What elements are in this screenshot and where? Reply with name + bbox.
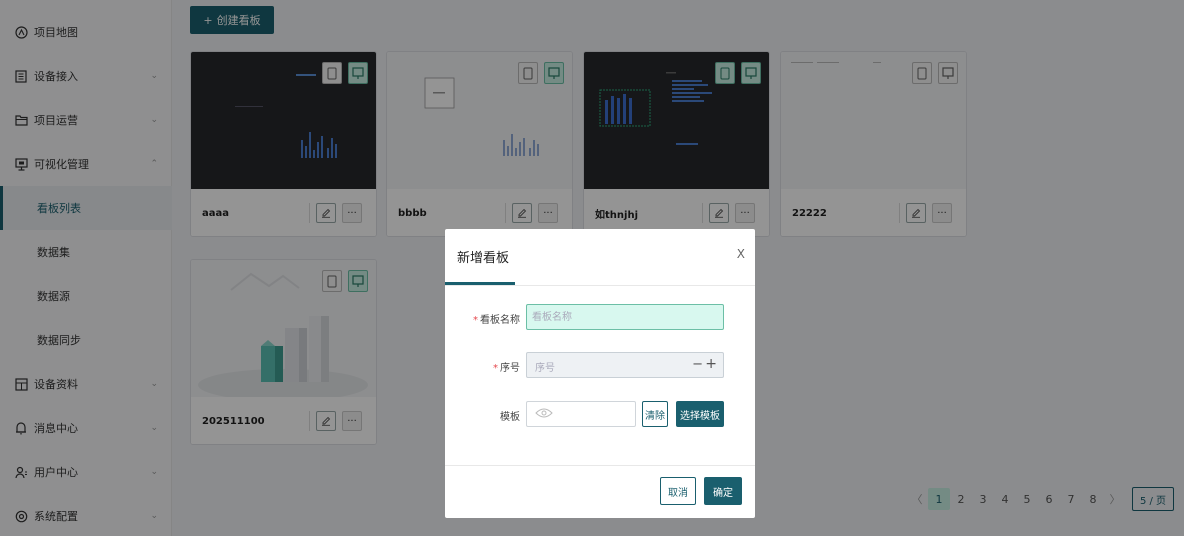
sequence-label-text: 序号: [500, 363, 520, 374]
sequence-stepper[interactable]: 序号 − +: [526, 352, 724, 378]
template-label: 模板: [500, 412, 520, 423]
dialog-title: 新增看板: [457, 251, 510, 266]
cancel-button[interactable]: 取消: [660, 477, 696, 505]
divider: [445, 465, 755, 466]
required-mark: *: [473, 315, 478, 326]
board-name-label-text: 看板名称: [480, 315, 520, 326]
clear-button[interactable]: 清除: [642, 401, 668, 427]
required-mark: *: [493, 363, 498, 374]
confirm-button[interactable]: 确定: [704, 477, 742, 505]
plus-icon[interactable]: +: [705, 356, 717, 372]
template-preview[interactable]: [526, 401, 636, 427]
close-icon[interactable]: X: [737, 247, 745, 261]
divider: [445, 285, 755, 286]
eye-icon: [535, 407, 553, 421]
new-board-dialog: 新增看板 X *看板名称 *序号 序号 − + 模板 清除 选择模板 取消 确定: [445, 229, 755, 518]
sequence-label: * 序号: [493, 359, 520, 374]
choose-template-button[interactable]: 选择模板: [676, 401, 724, 427]
board-name-label: * 看板名称: [473, 311, 520, 326]
sequence-placeholder: 序号: [535, 363, 555, 374]
minus-icon[interactable]: −: [692, 357, 703, 372]
board-name-input[interactable]: [526, 304, 724, 330]
